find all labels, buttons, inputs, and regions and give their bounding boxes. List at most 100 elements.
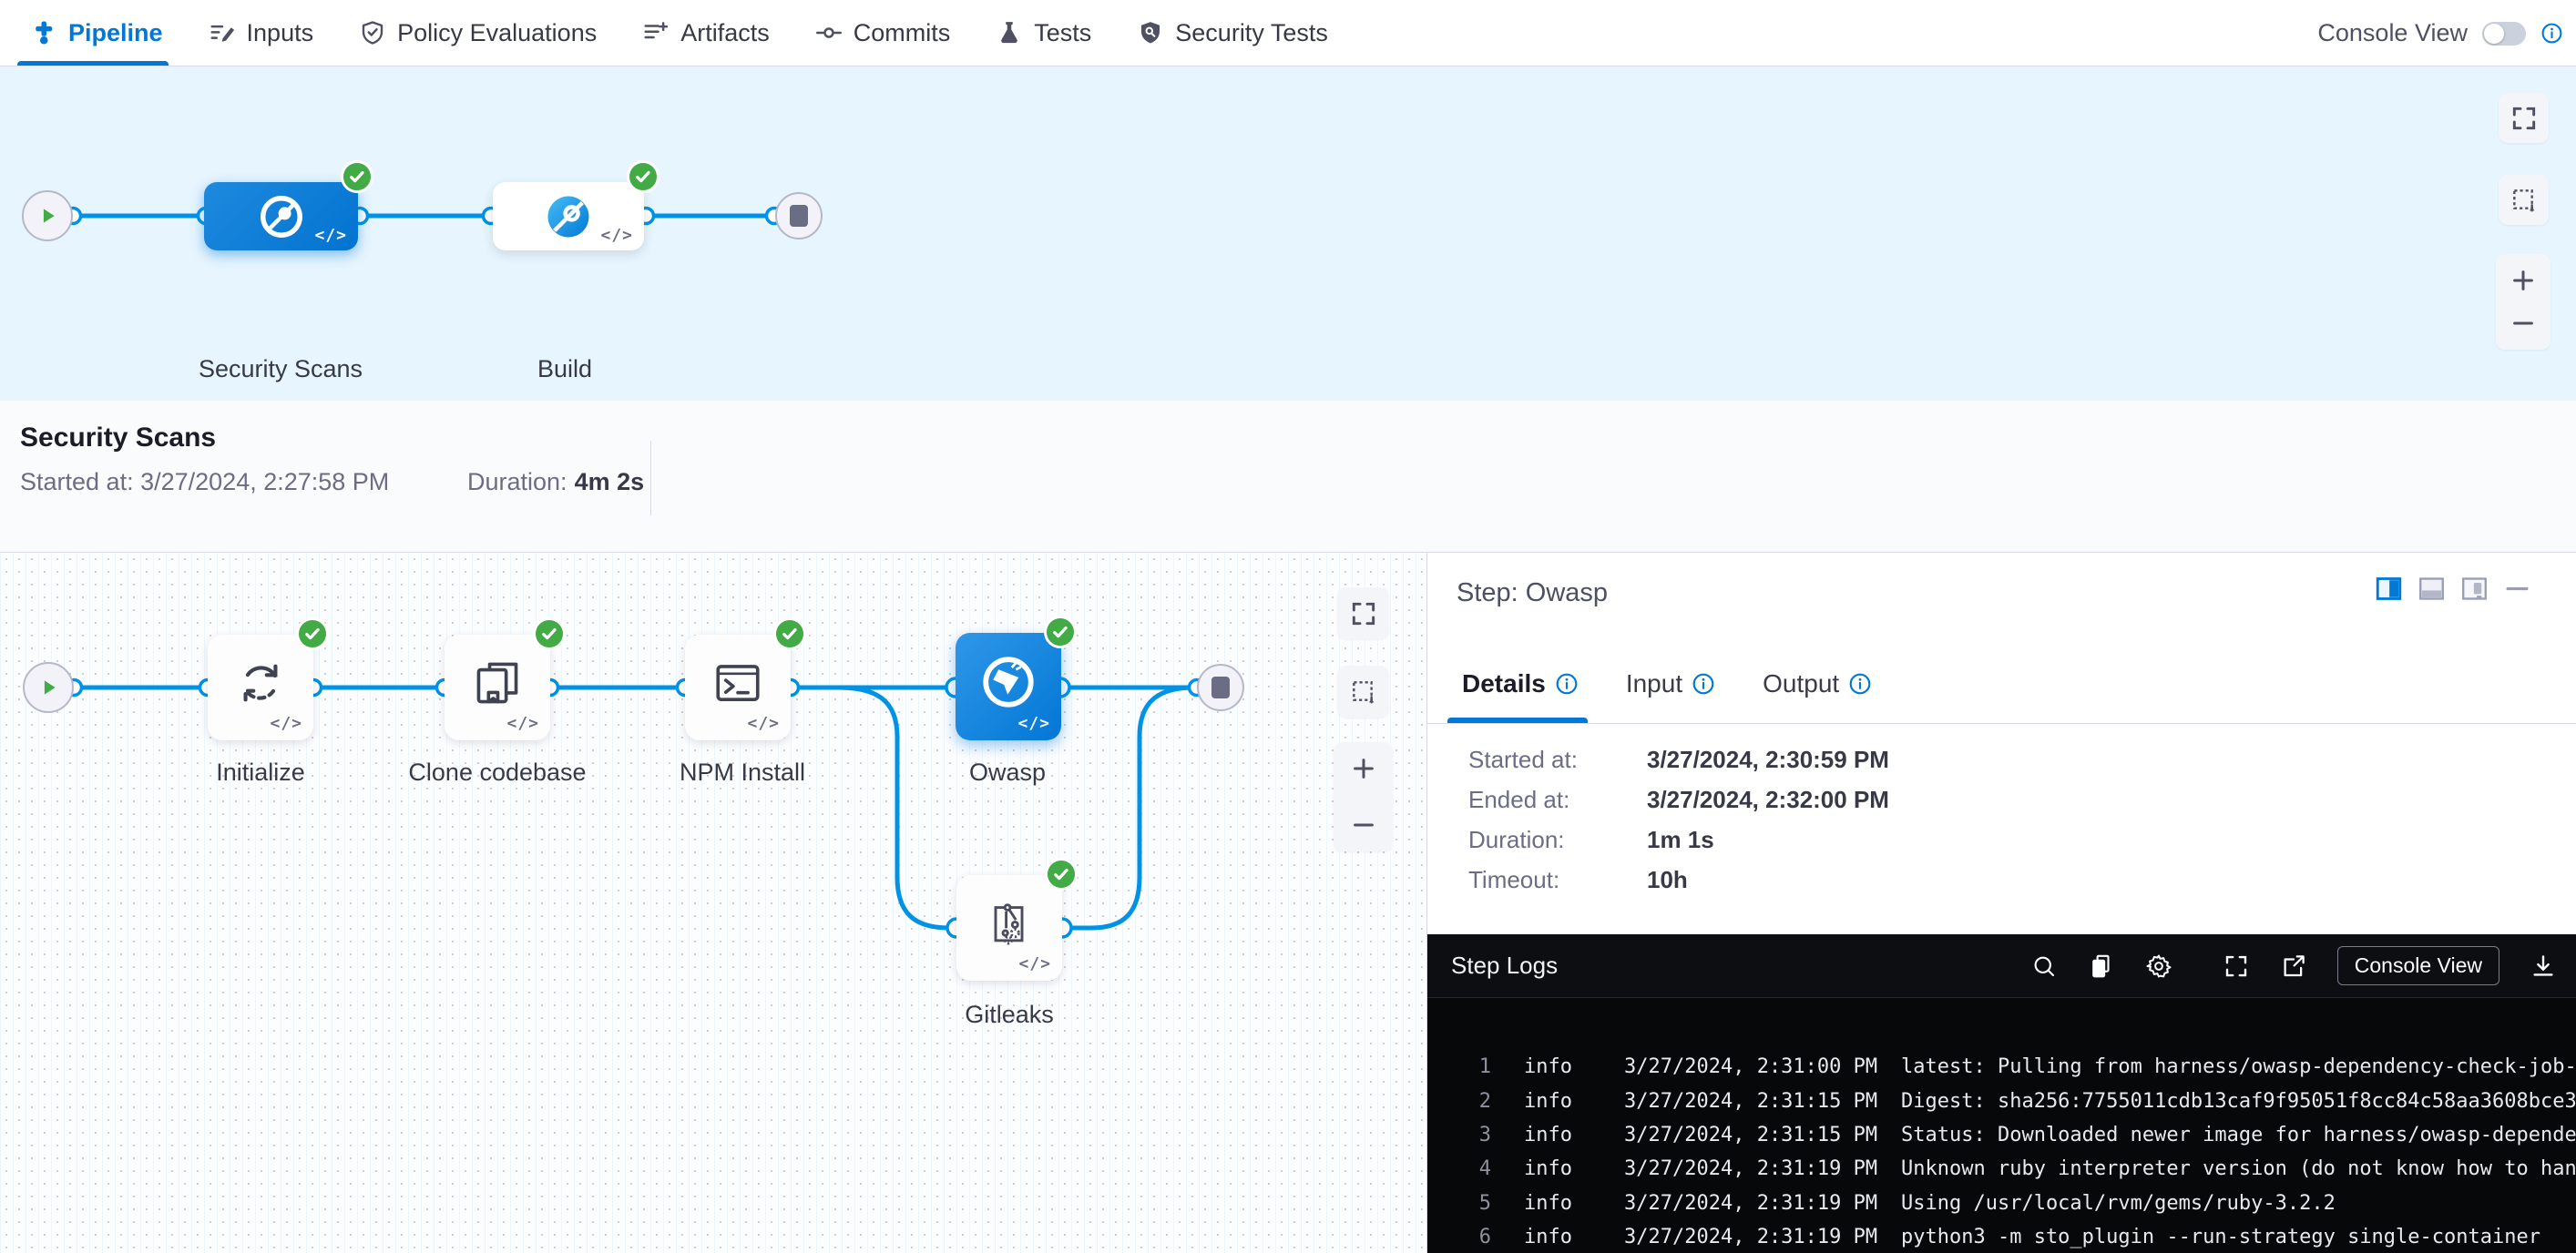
code-glyph: </> — [314, 226, 347, 245]
code-glyph: </> — [506, 714, 539, 733]
step-node-initialize[interactable]: </> — [208, 635, 313, 740]
fullscreen-icon[interactable] — [2223, 952, 2250, 980]
step-logs-title: Step Logs — [1451, 952, 1558, 980]
initialize-icon — [234, 657, 287, 709]
flask-icon — [996, 19, 1023, 46]
detail-row: Timeout: 10h — [1468, 860, 1889, 900]
stage-started-at: Started at: 3/27/2024, 2:27:58 PM — [20, 468, 389, 496]
copy-icon[interactable] — [2088, 952, 2115, 980]
terminal-icon — [711, 657, 764, 709]
info-icon[interactable] — [1692, 672, 1715, 696]
stage-start-node[interactable] — [22, 190, 73, 241]
info-icon[interactable] — [1555, 672, 1579, 696]
tab-artifacts[interactable]: Artifacts — [642, 0, 770, 66]
stage-node-security-scans[interactable]: </> — [204, 182, 358, 250]
download-icon[interactable] — [2530, 952, 2557, 980]
bottom-view-icon[interactable] — [2417, 575, 2447, 603]
fullscreen-icon — [2510, 104, 2539, 133]
success-badge — [627, 160, 659, 193]
tab-commits[interactable]: Commits — [815, 0, 951, 66]
zoom-out-icon[interactable] — [1350, 811, 1377, 839]
tab-tests[interactable]: Tests — [996, 0, 1091, 66]
tab-pipeline[interactable]: Pipeline — [30, 0, 163, 66]
stage-info-bar: Security Scans Started at: 3/27/2024, 2:… — [0, 401, 2576, 553]
pipeline-execution-page: Pipeline Inputs Policy Evaluations Artif… — [0, 0, 2576, 1253]
console-view-label: Console View — [2317, 19, 2468, 47]
log-line: 3info3/27/2024, 2:31:15 PMStatus: Downlo… — [1427, 1118, 2576, 1152]
zoom-in-icon[interactable] — [1350, 755, 1377, 782]
step-node-clone-codebase[interactable]: </> — [445, 635, 550, 740]
step-details-table: Started at: 3/27/2024, 2:30:59 PM Ended … — [1468, 739, 1889, 900]
split-view-icon[interactable] — [2374, 575, 2404, 603]
step-select-region-button[interactable] — [1337, 666, 1389, 718]
panel-layout-controls — [2374, 575, 2532, 603]
tab-policy-evaluations[interactable]: Policy Evaluations — [359, 0, 597, 66]
step-label: NPM Install — [680, 759, 805, 787]
nav-right: Console View — [2317, 0, 2563, 66]
success-badge — [773, 617, 806, 650]
detail-row: Started at: 3/27/2024, 2:30:59 PM — [1468, 739, 1889, 779]
nav-tabs: Pipeline Inputs Policy Evaluations Artif… — [30, 0, 1328, 66]
tab-tests-label: Tests — [1034, 19, 1091, 47]
gitleaks-icon — [983, 897, 1036, 950]
stage-graph-canvas[interactable]: </> Security Scans </> Build — [0, 66, 2576, 401]
minimize-panel-icon[interactable] — [2502, 575, 2532, 603]
tab-policy-evaluations-label: Policy Evaluations — [397, 19, 597, 47]
success-badge — [533, 617, 566, 650]
stage-node-build[interactable]: </> — [493, 182, 644, 250]
success-badge — [296, 617, 329, 650]
tab-pipeline-label: Pipeline — [68, 19, 163, 47]
step-logs-body[interactable]: 1info3/27/2024, 2:31:00 PMlatest: Pullin… — [1427, 998, 2576, 1253]
step-label: Owasp — [969, 759, 1046, 787]
tab-inputs[interactable]: Inputs — [209, 0, 314, 66]
floating-view-icon[interactable] — [2459, 575, 2489, 603]
inputs-icon — [209, 19, 236, 46]
list-plus-icon — [642, 19, 670, 46]
tab-input[interactable]: Input — [1626, 644, 1715, 723]
code-glyph: </> — [270, 714, 302, 733]
stage-zoom-controls — [2496, 254, 2550, 350]
gear-icon[interactable] — [2145, 952, 2172, 980]
step-graph-canvas[interactable]: </> Initialize </> Clone codebase </> NP… — [0, 553, 1426, 1253]
shield-check-icon — [359, 19, 386, 46]
zoom-out-icon[interactable] — [2510, 310, 2537, 337]
fullscreen-icon — [1349, 599, 1378, 628]
commit-icon — [815, 19, 843, 46]
stage-end-node[interactable] — [775, 192, 823, 239]
code-glyph: </> — [1018, 954, 1051, 973]
step-node-gitleaks[interactable]: </> — [956, 875, 1062, 981]
step-end-node[interactable] — [1197, 664, 1244, 711]
log-line: 4info3/27/2024, 2:31:19 PMUnknown ruby i… — [1427, 1152, 2576, 1186]
tab-artifacts-label: Artifacts — [680, 19, 770, 47]
tab-details[interactable]: Details — [1462, 644, 1579, 723]
logs-console-view-button[interactable]: Console View — [2337, 946, 2499, 985]
tab-inputs-label: Inputs — [247, 19, 314, 47]
info-icon[interactable] — [1848, 672, 1872, 696]
search-icon[interactable] — [2030, 952, 2058, 980]
code-glyph: </> — [600, 226, 633, 245]
step-node-owasp[interactable]: </> — [956, 633, 1061, 740]
zoom-in-icon[interactable] — [2510, 267, 2537, 294]
play-icon — [36, 675, 61, 700]
tab-output[interactable]: Output — [1763, 644, 1872, 723]
console-view-info-icon[interactable] — [2540, 22, 2563, 45]
stage-info-title: Security Scans — [20, 423, 216, 453]
logs-actions: Console View — [2030, 946, 2557, 985]
stop-icon — [790, 205, 808, 227]
clone-codebase-icon — [471, 657, 524, 709]
detail-row: Ended at: 3/27/2024, 2:32:00 PM — [1468, 779, 1889, 820]
stage-select-region-button[interactable] — [2499, 175, 2549, 225]
stage-label: Security Scans — [199, 355, 363, 383]
console-view-toggle[interactable] — [2482, 22, 2526, 46]
stage-fullscreen-button[interactable] — [2499, 93, 2549, 143]
ci-module-icon — [257, 192, 306, 241]
tab-commits-label: Commits — [854, 19, 951, 47]
step-fullscreen-button[interactable] — [1337, 587, 1389, 639]
step-node-npm-install[interactable]: </> — [685, 635, 791, 740]
step-start-node[interactable] — [23, 662, 74, 713]
code-glyph: </> — [1017, 714, 1050, 733]
tab-security-tests[interactable]: Security Tests — [1137, 0, 1328, 66]
detail-row: Duration: 1m 1s — [1468, 820, 1889, 860]
toggle-knob — [2484, 24, 2504, 44]
open-in-new-icon[interactable] — [2280, 952, 2307, 980]
